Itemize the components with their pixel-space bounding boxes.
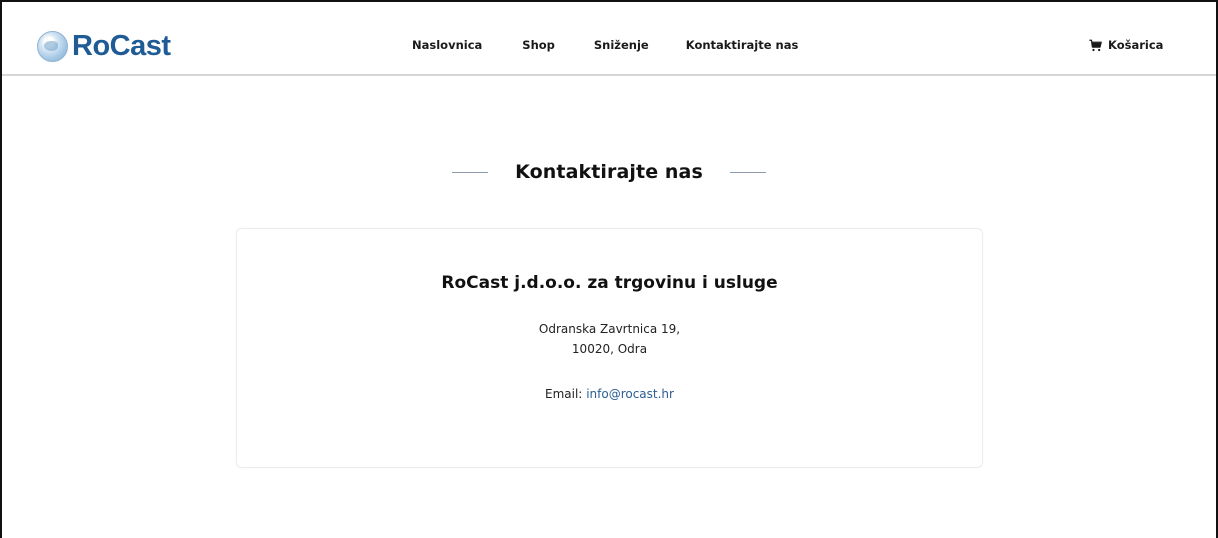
email-link[interactable]: info@rocast.hr: [586, 387, 674, 401]
cart-icon: [1089, 39, 1102, 51]
title-rule-right: [729, 171, 766, 173]
email-row: Email: info@rocast.hr: [237, 384, 982, 404]
logo[interactable]: RoCast: [37, 28, 171, 64]
contact-card: RoCast j.d.o.o. za trgovinu i usluge Odr…: [236, 228, 983, 468]
address-line-2: 10020, Odra: [571, 342, 648, 356]
company-name: RoCast j.d.o.o. za trgovinu i usluge: [441, 273, 778, 293]
page-title: Kontaktirajte nas: [515, 161, 703, 183]
cart-link[interactable]: Košarica: [1089, 37, 1163, 53]
email-label: Email:: [545, 387, 583, 401]
address-line-1: Odranska Zavrtnica 19,: [538, 322, 681, 336]
logo-text: RoCast: [72, 29, 171, 62]
cart-label: Košarica: [1108, 38, 1164, 52]
globe-logo-icon: [37, 30, 68, 62]
nav-item-shop[interactable]: Shop: [522, 37, 555, 53]
site-header: RoCast Naslovnica Shop Sniženje Kontakti…: [2, 2, 1216, 76]
nav-item-snizenje[interactable]: Sniženje: [594, 37, 649, 53]
main-nav: Naslovnica Shop Sniženje Kontaktirajte n…: [412, 37, 798, 53]
title-rule-left: [452, 171, 489, 173]
nav-item-naslovnica[interactable]: Naslovnica: [412, 37, 482, 53]
address: Odranska Zavrtnica 19, 10020, Odra: [237, 319, 982, 359]
section-title: Kontaktirajte nas: [0, 158, 1218, 186]
nav-item-kontakt[interactable]: Kontaktirajte nas: [686, 37, 799, 53]
